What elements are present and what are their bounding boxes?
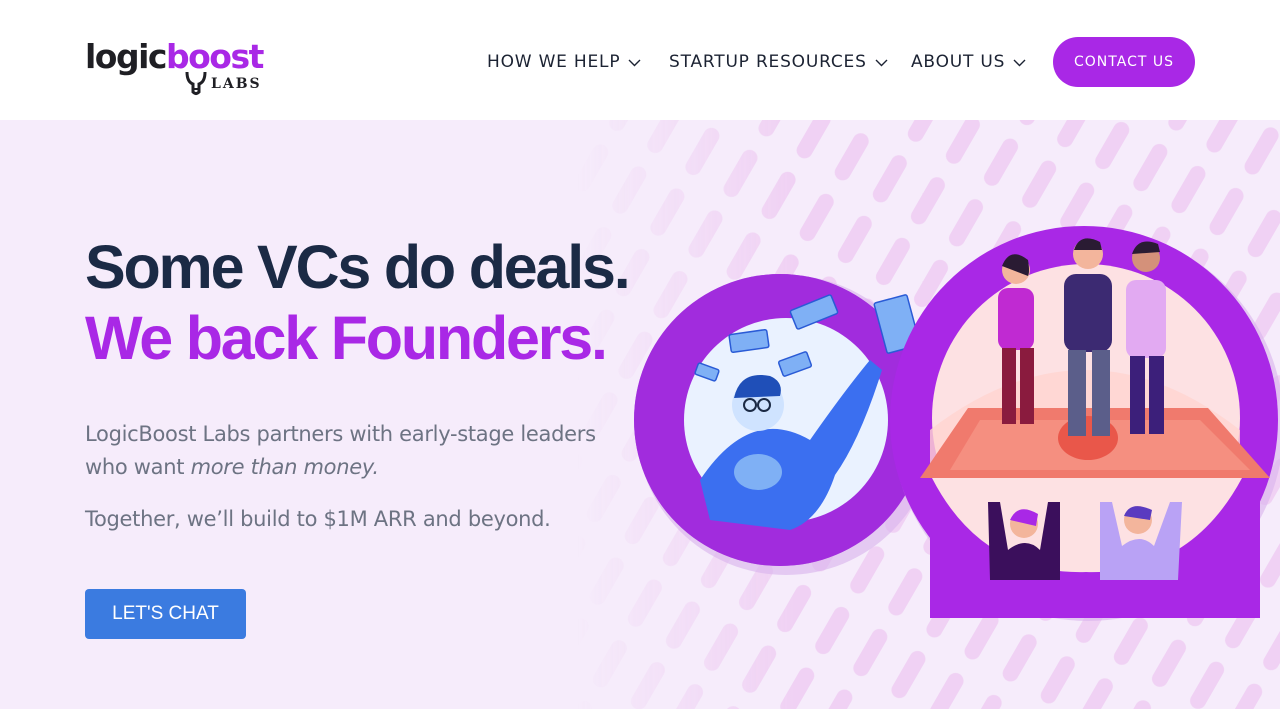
hero-subtext: Together, we’ll build to $1M ARR and bey… [85,507,551,531]
logo-sub: LABS [211,76,262,92]
chevron-down-icon [875,59,888,66]
lightbulb-icon [185,71,207,95]
nav-startup-resources[interactable]: STARTUP RESOURCES [669,48,888,76]
nav-label: HOW WE HELP [487,52,621,72]
nav-about-us[interactable]: ABOUT US [911,48,1026,76]
hero-description: LogicBoost Labs partners with early-stag… [85,422,596,479]
nav-how-we-help[interactable]: HOW WE HELP [487,48,641,76]
chevron-down-icon [1013,59,1026,66]
logicboost-labs-logo[interactable]: logicboost LABS [85,37,264,96]
lets-chat-button[interactable]: LET'S CHAT [85,589,246,639]
contact-us-button[interactable]: CONTACT US [1053,37,1195,87]
nav-label: STARTUP RESOURCES [669,52,867,72]
logo-wordmark: logicboost [85,37,264,76]
nav-label: ABOUT US [911,52,1006,72]
hero-section: Some VCs do deals. We back Founders. Log… [0,120,1280,709]
emphasis-text: more than money. [190,455,379,479]
section-divider [0,709,1280,720]
founders-illustration [634,226,1280,621]
hero-headline-line-2: We back Founders. [85,304,608,372]
hero-headline-line-1: Some VCs do deals. [85,233,631,301]
site-header: logicboost LABS HOW WE HELP STARTUP RESO… [0,0,1280,120]
chevron-down-icon [628,59,641,66]
